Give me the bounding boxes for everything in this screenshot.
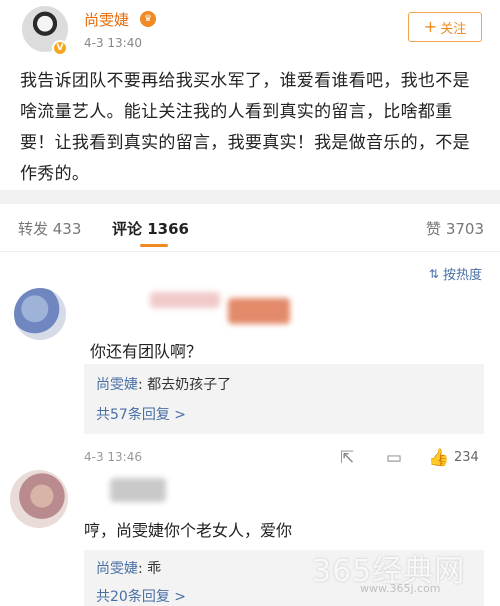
post-time: 4-3 13:40 — [84, 36, 142, 50]
comment-text: 你还有团队啊？ — [90, 342, 203, 361]
post-header: V 尚雯婕 ♛ 4-3 13:40 + 关注 — [0, 0, 500, 62]
comment-time: 4-3 13:46 — [84, 450, 142, 464]
follow-button[interactable]: + 关注 — [408, 12, 482, 42]
blurred-username — [228, 298, 290, 324]
section-separator — [0, 190, 500, 204]
tab-bar: 转发 433 评论 1366 赞 3703 — [0, 204, 500, 252]
active-tab-indicator — [140, 244, 168, 247]
reply-author[interactable]: 尚雯婕 — [96, 377, 138, 393]
sort-label: 按热度 — [442, 268, 482, 283]
member-badge-icon: ♛ — [140, 11, 156, 27]
commenter-avatar[interactable] — [14, 288, 66, 340]
like-icon[interactable]: 👍 — [428, 448, 449, 468]
blurred-username — [110, 478, 166, 502]
author-name[interactable]: 尚雯婕 — [84, 9, 129, 30]
blurred-username — [150, 292, 220, 308]
sort-icon: ⇅ — [428, 266, 439, 281]
comment-text: 哼，尚雯婕你个老女人，爱你 — [84, 521, 293, 540]
reply-content: 乖 — [147, 561, 162, 577]
tab-repost[interactable]: 转发 433 — [18, 218, 81, 239]
reply-item: 尚雯婕: 乖 — [96, 558, 161, 578]
sort-by-hot-button[interactable]: ⇅ 按热度 — [428, 264, 482, 284]
reply-box[interactable]: 尚雯婕: 都去奶孩子了 共57条回复 > — [84, 364, 484, 434]
sort-row: ⇅ 按热度 — [0, 258, 500, 286]
post-text: 我告诉团队不要再给我买水军了，谁爱看谁看吧，我也不是啥流量艺人。能让关注我的人看… — [20, 71, 470, 184]
commenter-avatar[interactable] — [10, 470, 68, 528]
verified-badge-icon: V — [52, 40, 68, 56]
like-count: 234 — [454, 450, 479, 465]
tab-likes[interactable]: 赞 3703 — [426, 218, 484, 239]
watermark-url: www.365j.com — [360, 582, 441, 595]
view-replies-link[interactable]: 共20条回复 > — [96, 586, 186, 606]
reply-content: 都去奶孩子了 — [147, 377, 232, 393]
plus-icon: + — [423, 17, 438, 36]
share-icon[interactable]: ⇱ — [340, 448, 354, 468]
reply-icon[interactable]: ▭ — [386, 448, 402, 468]
reply-item: 尚雯婕: 都去奶孩子了 — [96, 374, 231, 394]
view-replies-link[interactable]: 共57条回复 > — [96, 404, 186, 424]
reply-author[interactable]: 尚雯婕 — [96, 561, 138, 577]
reply-separator: : — [138, 377, 148, 393]
follow-label: 关注 — [440, 21, 467, 37]
reply-separator: : — [138, 561, 148, 577]
comment-meta: 4-3 13:46 ⇱ ▭ 👍 234 — [84, 448, 484, 468]
tab-comments[interactable]: 评论 1366 — [112, 218, 189, 239]
